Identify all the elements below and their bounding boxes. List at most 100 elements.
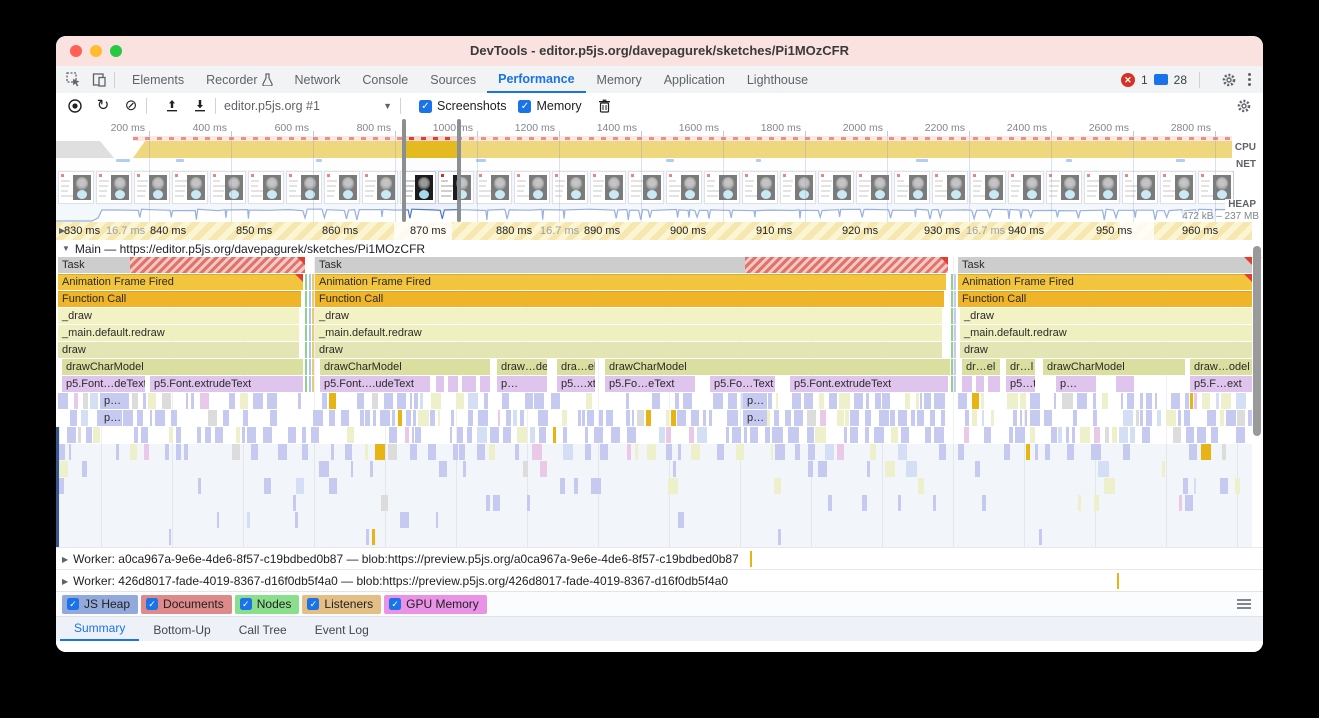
flame-bar-draw[interactable]: draw — [315, 342, 942, 358]
vertical-scrollbar[interactable] — [1253, 246, 1261, 436]
issues-icon[interactable] — [1153, 74, 1168, 85]
flame-bar-p-[interactable]: p… — [1056, 376, 1096, 392]
flame-bar-p5-fo-text[interactable]: p5.Fo…Text — [710, 376, 775, 392]
flame-bar-animation-frame-fired[interactable]: Animation Frame Fired — [958, 274, 1252, 290]
tab-application[interactable]: Application — [653, 68, 736, 92]
save-profile-icon[interactable] — [191, 97, 209, 115]
flame-bar-function-call[interactable]: Function Call — [315, 291, 944, 307]
main-track-header[interactable]: ▼ Main — https://editor.p5js.org/davepag… — [56, 240, 1263, 258]
flame-bar-p5-f-ext[interactable]: p5.F…ext — [1190, 376, 1252, 392]
flame-bar-p5-fo-etext[interactable]: p5.Fo…eText — [605, 376, 695, 392]
flame-bar[interactable] — [462, 376, 476, 392]
record-button[interactable] — [66, 97, 84, 115]
legend-documents-checkbox[interactable]: ✓ Documents — [141, 594, 232, 614]
flame-bar-task[interactable]: Task — [958, 257, 1252, 273]
flame-bar-p5-t[interactable]: p5…t — [1006, 376, 1035, 392]
flame-bar[interactable] — [988, 376, 1000, 392]
flame-bar-p5-font-detext[interactable]: p5.Font…deText — [62, 376, 145, 392]
screenshots-checkbox[interactable]: ✓ Screenshots — [419, 99, 506, 113]
flame-bar[interactable] — [976, 376, 984, 392]
legend-js-heap-checkbox[interactable]: ✓ JS Heap — [62, 594, 139, 614]
collapse-icon[interactable]: ▼ — [62, 244, 70, 253]
flame-bar-p-[interactable]: p… — [743, 410, 767, 426]
console-errors-icon[interactable]: ✕ — [1120, 72, 1135, 87]
expand-icon[interactable]: ▶ — [62, 577, 68, 586]
flame-bar-p-[interactable]: p… — [743, 393, 767, 409]
hamburger-menu-icon[interactable] — [1237, 599, 1251, 609]
flame-bar[interactable] — [436, 376, 444, 392]
load-profile-icon[interactable] — [163, 97, 181, 115]
flame-bar-dr-el[interactable]: dr…el — [962, 359, 1000, 375]
main-flamechart[interactable]: Task Task Task Animation Frame Fired Animati… — [56, 257, 1252, 547]
selection-left-handle[interactable] — [402, 119, 406, 222]
flame-bar-task[interactable]: Task — [315, 257, 948, 273]
worker-track-2[interactable]: ▶ Worker: 426d8017-fade-4019-8367-d16f0d… — [56, 569, 1263, 592]
flame-bar-draw[interactable]: draw — [58, 342, 299, 358]
flamechart-time-ruler[interactable]: ▶ 830 ms 16.7 ms 840 ms 850 ms 860 ms 870 ms 8… — [56, 222, 1252, 241]
flame-bar-p5-font-extrudetext[interactable]: p5.Font.extrudeText — [790, 376, 948, 392]
flame-bar-draw-odel[interactable]: draw…odel — [1190, 359, 1252, 375]
settings-gear-icon[interactable] — [1220, 71, 1238, 89]
flame-bar-dra-el[interactable]: dra…el — [557, 359, 595, 375]
flame-bar[interactable] — [1116, 376, 1134, 392]
flame-bar-p5-xt[interactable]: p5.…xt — [557, 376, 595, 392]
inspect-element-icon[interactable] — [64, 71, 82, 89]
flame-sliver — [932, 495, 936, 511]
tab-memory[interactable]: Memory — [586, 68, 653, 92]
window-titlebar[interactable]: DevTools - editor.p5js.org/davepagurek/s… — [56, 36, 1263, 67]
flame-bar-draw-del[interactable]: draw…del — [497, 359, 547, 375]
tab-elements[interactable]: Elements — [121, 68, 195, 92]
flame-sliver — [242, 410, 249, 426]
flame-bar-drawcharmodel[interactable]: drawCharModel — [62, 359, 303, 375]
details-tab-summary[interactable]: Summary — [60, 617, 140, 641]
more-options-icon[interactable] — [1244, 73, 1255, 86]
flame-bar-p-[interactable]: p… — [497, 376, 547, 392]
flame-bar[interactable] — [480, 376, 490, 392]
worker-track-1[interactable]: ▶ Worker: a0ca967a-9e6e-4de6-8f57-c19bdb… — [56, 547, 1263, 570]
expand-icon[interactable]: ▶ — [62, 555, 68, 564]
flame-bar-dr-l[interactable]: dr…l — [1006, 359, 1035, 375]
legend-gpu-memory-checkbox[interactable]: ✓ GPU Memory — [384, 594, 487, 614]
flame-bar-draw[interactable]: draw — [960, 342, 1252, 358]
flame-bar-animation-frame-fired[interactable]: Animation Frame Fired — [315, 274, 946, 290]
profile-select[interactable]: editor.p5js.org #1 ▼ — [224, 99, 392, 113]
reload-and-record-button[interactable]: ↻ — [94, 97, 112, 115]
legend-nodes-checkbox[interactable]: ✓ Nodes — [234, 594, 300, 614]
tab-sources[interactable]: Sources — [419, 68, 487, 92]
flame-bar--main-default-redraw[interactable]: _main.default.redraw — [315, 325, 942, 341]
clear-button[interactable]: ⊘ — [122, 97, 140, 115]
tab-console[interactable]: Console — [351, 68, 419, 92]
trash-icon[interactable] — [596, 97, 614, 115]
flame-bar-function-call[interactable]: Function Call — [958, 291, 1252, 307]
tab-network[interactable]: Network — [284, 68, 352, 92]
memory-checkbox[interactable]: ✓ Memory — [518, 99, 582, 113]
flame-bar--main-default-redraw[interactable]: _main.default.redraw — [960, 325, 1252, 341]
flame-bar-function-call[interactable]: Function Call — [58, 291, 301, 307]
flame-bar-animation-frame-fired[interactable]: Animation Frame Fired — [58, 274, 303, 290]
flame-bar--draw[interactable]: _draw — [960, 308, 1252, 324]
timeline-overview[interactable]: 200 ms 400 ms 600 ms 800 ms 1000 ms 1200 ms 14… — [56, 119, 1263, 222]
flame-bar-drawcharmodel[interactable]: drawCharModel — [605, 359, 950, 375]
flame-bar-p-[interactable]: p… — [100, 393, 122, 409]
flame-bar--main-default-redraw[interactable]: _main.default.redraw — [58, 325, 299, 341]
flame-bar-drawcharmodel[interactable]: drawCharModel — [320, 359, 490, 375]
flame-bar-p5-font-extrudetext[interactable]: p5.Font.extrudeText — [150, 376, 303, 392]
details-tab-call-tree[interactable]: Call Tree — [225, 619, 301, 641]
flame-bar-p-[interactable]: p… — [100, 410, 122, 426]
flame-bar--draw[interactable]: _draw — [58, 308, 299, 324]
selection-right-handle[interactable] — [457, 119, 461, 222]
device-toolbar-icon[interactable] — [90, 71, 108, 89]
details-tab-bottom-up[interactable]: Bottom-Up — [139, 619, 224, 641]
flame-bar[interactable] — [448, 376, 458, 392]
capture-settings-gear-icon[interactable] — [1235, 97, 1253, 115]
flame-bar[interactable] — [962, 376, 972, 392]
flame-bar-task[interactable]: Task — [58, 257, 305, 273]
details-tab-event-log[interactable]: Event Log — [301, 619, 383, 641]
flame-bar-drawcharmodel[interactable]: drawCharModel — [1043, 359, 1185, 375]
flame-bar-p5-font-udetext[interactable]: p5.Font….udeText — [320, 376, 430, 392]
tab-performance[interactable]: Performance — [487, 67, 586, 93]
tab-lighthouse[interactable]: Lighthouse — [736, 68, 819, 92]
tab-recorder[interactable]: Recorder — [195, 68, 283, 92]
flame-bar--draw[interactable]: _draw — [315, 308, 942, 324]
legend-listeners-checkbox[interactable]: ✓ Listeners — [302, 594, 382, 614]
